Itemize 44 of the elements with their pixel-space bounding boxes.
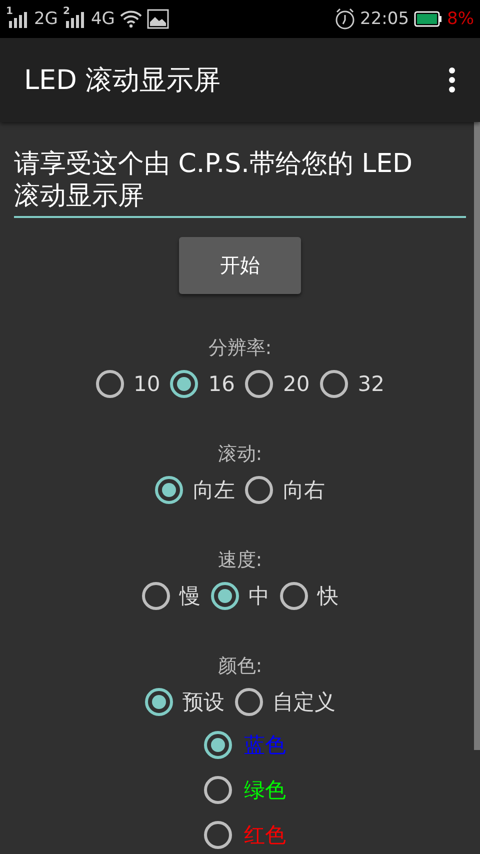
option-label: 向右	[283, 477, 325, 504]
network-type: 4G	[90, 9, 115, 29]
radio-button[interactable]	[144, 688, 172, 716]
option-label: 慢	[180, 583, 200, 610]
overflow-menu-icon[interactable]	[448, 67, 456, 93]
network-type: 2G	[34, 9, 58, 29]
radio-button[interactable]	[204, 776, 232, 804]
battery-percentage: 8%	[447, 9, 474, 29]
option-label: 快	[318, 583, 338, 610]
color-option-label: 红色	[244, 822, 286, 848]
start-button[interactable]: 开始	[179, 237, 301, 294]
radio-button[interactable]	[245, 476, 273, 504]
alarm-icon	[335, 8, 356, 30]
radio-button[interactable]	[204, 820, 232, 848]
radio-button[interactable]	[204, 730, 232, 758]
option-label: 向左	[193, 477, 235, 504]
image-icon	[146, 9, 169, 29]
radio-button[interactable]	[234, 688, 262, 716]
group-label: 颜色:	[218, 654, 262, 679]
radio-button[interactable]	[210, 582, 238, 610]
message-field[interactable]: 请享受这个由 C.P.S.带给您的 LED 滚动显示屏	[14, 146, 466, 218]
group-label: 分辨率:	[208, 336, 272, 361]
option-label: 16	[208, 372, 235, 396]
radio-button[interactable]	[142, 582, 170, 610]
option-label: 32	[358, 372, 384, 396]
option-label: 自定义	[272, 689, 336, 716]
radio-button[interactable]	[155, 476, 183, 504]
color-option-label: 绿色	[244, 776, 286, 804]
option-label: 中	[248, 583, 270, 610]
option-label: 20	[283, 372, 310, 396]
app-title: LED 滚动显示屏	[24, 64, 222, 98]
radio-button[interactable]	[280, 582, 308, 610]
battery-icon	[414, 11, 442, 27]
radio-button[interactable]	[245, 370, 273, 398]
radio-button[interactable]	[96, 370, 124, 398]
option-label: 10	[134, 372, 160, 396]
radio-button[interactable]	[320, 370, 348, 398]
wifi-icon	[120, 10, 142, 28]
color-option-label: 蓝色	[244, 732, 286, 758]
radio-button[interactable]	[170, 370, 198, 398]
clock-time: 22:05	[360, 9, 410, 29]
group-label: 滚动:	[218, 442, 262, 467]
option-label: 预设	[182, 689, 224, 716]
group-label: 速度:	[218, 548, 262, 573]
